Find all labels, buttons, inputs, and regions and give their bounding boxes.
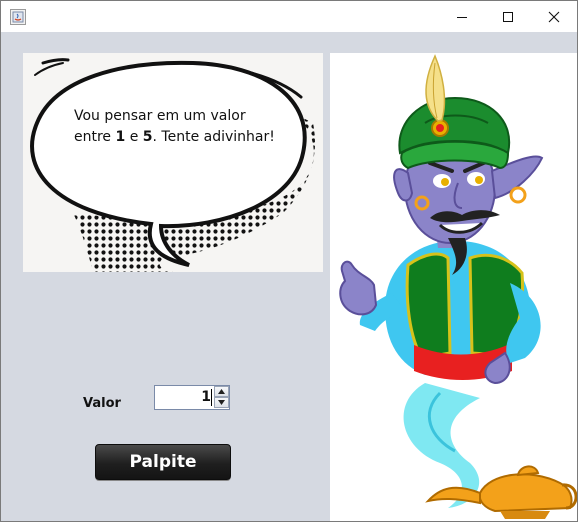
minimize-icon (457, 16, 467, 18)
app-window: Vou pensar em um valor entre 1 e 5. Tent… (0, 0, 578, 522)
genie-icon (339, 54, 577, 519)
main-content: Vou pensar em um valor entre 1 e 5. Tent… (1, 32, 577, 521)
maximize-button[interactable] (485, 1, 531, 32)
speech-bubble-panel: Vou pensar em um valor entre 1 e 5. Tent… (23, 53, 323, 272)
range-min: 1 (115, 129, 126, 145)
bubble-suffix: . Tente adivinhar! (152, 129, 275, 145)
value-spinner[interactable]: 1 (154, 385, 230, 410)
spinner-input[interactable]: 1 (157, 386, 211, 409)
bubble-connector: e (125, 129, 143, 145)
range-max: 5 (142, 129, 153, 145)
triangle-down-icon (218, 400, 225, 405)
bubble-line-2: entre 1 e 5. Tente adivinhar! (74, 127, 275, 148)
bubble-prefix: entre (74, 129, 116, 145)
close-icon (548, 11, 560, 22)
genie-illustration-panel (330, 53, 577, 521)
maximize-icon (503, 11, 513, 22)
minimize-button[interactable] (439, 1, 485, 32)
triangle-up-icon (218, 389, 225, 394)
close-button[interactable] (531, 1, 577, 32)
bubble-message: Vou pensar em um valor entre 1 e 5. Tent… (74, 106, 275, 148)
text-caret (211, 389, 212, 406)
java-app-icon (10, 9, 26, 25)
spinner-increment-button[interactable] (214, 386, 229, 397)
bubble-line-1: Vou pensar em um valor (74, 108, 246, 124)
title-bar (1, 1, 577, 32)
speech-bubble-icon (30, 58, 315, 272)
guess-button[interactable]: Palpite (95, 444, 231, 480)
spinner-decrement-button[interactable] (214, 397, 229, 408)
valor-label: Valor (83, 396, 121, 411)
